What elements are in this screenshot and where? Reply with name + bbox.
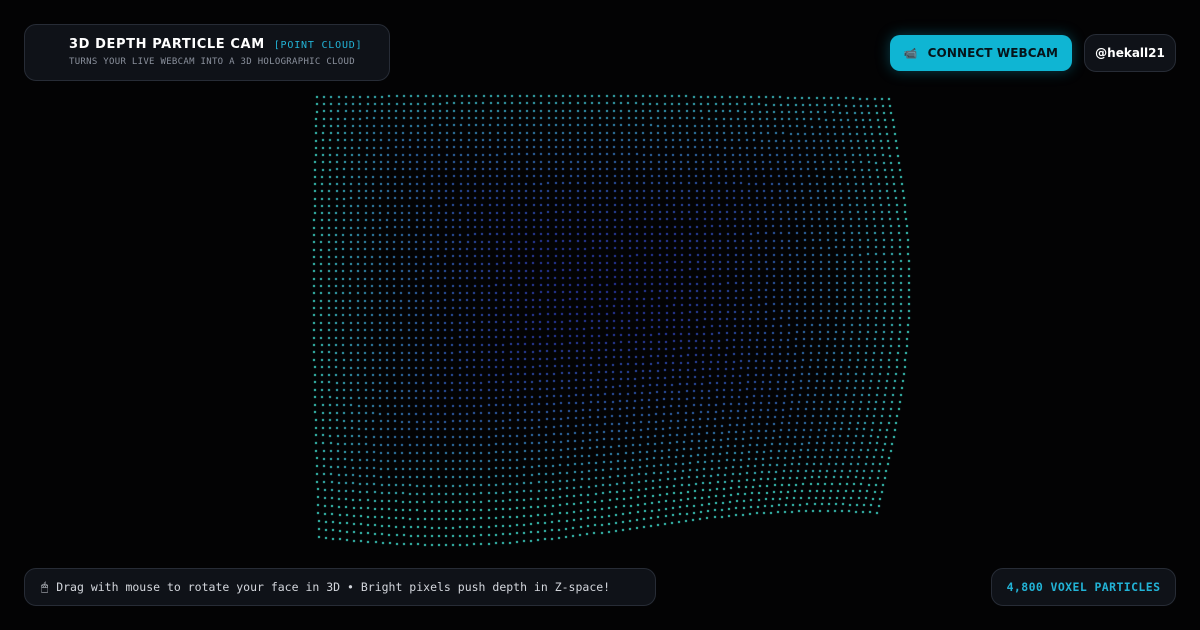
author-handle-button[interactable]: @hekall21 (1084, 34, 1176, 72)
title-row: 3D DEPTH PARTICLE CAM [POINT CLOUD] (69, 37, 375, 52)
author-handle-label: @hekall21 (1095, 46, 1165, 60)
hint-panel: 🖱 Drag with mouse to rotate your face in… (24, 568, 656, 606)
camera-icon: 📹 (903, 46, 918, 60)
connect-webcam-label: CONNECT WEBCAM (927, 46, 1059, 60)
app-stage: 3D DEPTH PARTICLE CAM [POINT CLOUD] TURN… (0, 0, 1200, 630)
particle-counter-panel: 4,800 VOXEL PARTICLES (991, 568, 1176, 606)
title-panel: 3D DEPTH PARTICLE CAM [POINT CLOUD] TURN… (24, 24, 390, 81)
particle-counter: 4,800 VOXEL PARTICLES (1006, 580, 1161, 594)
app-title: 3D DEPTH PARTICLE CAM (69, 37, 265, 52)
app-tag: [POINT CLOUD] (273, 40, 363, 51)
mouse-icon: 🖱 (41, 579, 49, 594)
point-cloud-canvas[interactable] (0, 0, 1200, 630)
app-subtitle: TURNS YOUR LIVE WEBCAM INTO A 3D HOLOGRA… (69, 57, 355, 67)
hint-text: Drag with mouse to rotate your face in 3… (56, 580, 611, 594)
connect-webcam-button[interactable]: 📹 CONNECT WEBCAM (890, 35, 1072, 71)
